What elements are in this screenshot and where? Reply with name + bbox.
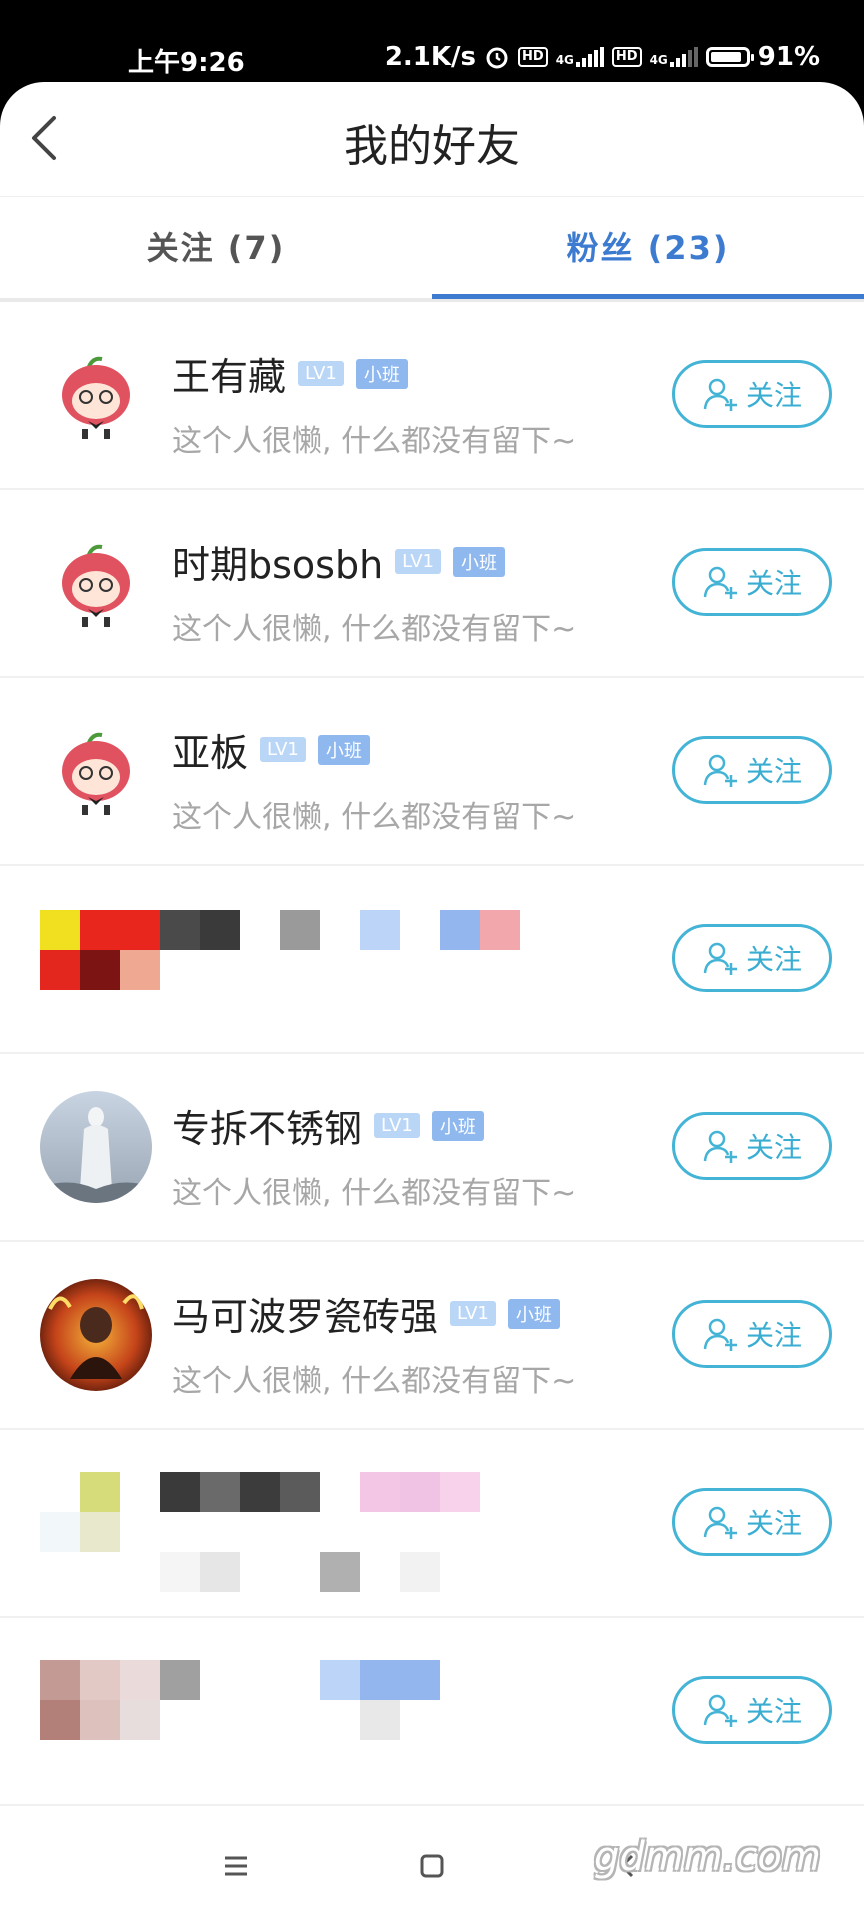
header: 我的好友	[0, 82, 864, 197]
pixelated-block	[40, 1472, 520, 1594]
avatar[interactable]	[40, 1279, 152, 1391]
follow-button[interactable]: 关注	[672, 548, 832, 616]
list-item-obscured[interactable]: 关注	[0, 1430, 864, 1618]
signal-icon-2: 4G	[650, 47, 698, 67]
app-screen: 我的好友 关注 (7) 粉丝 (23) 王有藏 LV1 小班 这个人很懒, 什么…	[0, 82, 864, 1920]
watermark: gdmm.com	[594, 1834, 821, 1880]
list-item-obscured[interactable]: 关注	[0, 866, 864, 1054]
list-item-obscured[interactable]: 关注	[0, 1618, 864, 1806]
user-bio: 这个人很懒, 什么都没有留下~	[172, 1364, 577, 1399]
add-user-icon	[703, 1318, 737, 1351]
alarm-icon	[486, 47, 508, 69]
follow-label: 关注	[745, 943, 802, 976]
user-name[interactable]: 亚板	[172, 722, 248, 777]
follow-label: 关注	[745, 379, 802, 412]
follow-button[interactable]: 关注	[672, 736, 832, 804]
class-badge: 小班	[453, 546, 505, 577]
class-badge: 小班	[355, 358, 408, 389]
user-bio: 这个人很懒, 什么都没有留下~	[172, 1176, 577, 1211]
follow-label: 关注	[745, 1695, 802, 1728]
name-line: 亚板 LV1 小班	[172, 722, 370, 777]
tab-following[interactable]: 关注 (7)	[0, 196, 432, 298]
name-line: 马可波罗瓷砖强 LV1 小班	[172, 1286, 560, 1341]
battery-percent: 91%	[757, 42, 820, 72]
follow-label: 关注	[745, 1319, 802, 1352]
user-name[interactable]: 王有藏	[172, 346, 286, 401]
signal-icon-1: 4G	[556, 47, 604, 67]
follow-button[interactable]: 关注	[672, 1300, 832, 1368]
follow-label: 关注	[745, 755, 802, 788]
class-badge: 小班	[507, 1298, 560, 1329]
status-time: 上午9:26	[128, 48, 245, 78]
follow-button[interactable]: 关注	[672, 1112, 832, 1180]
follow-label: 关注	[745, 1507, 802, 1540]
battery-icon	[705, 47, 754, 67]
statue-photo-icon	[40, 1091, 152, 1203]
user-bio: 这个人很懒, 什么都没有留下~	[172, 424, 577, 459]
list-item[interactable]: 马可波罗瓷砖强 LV1 小班 这个人很懒, 什么都没有留下~ 关注	[0, 1242, 864, 1430]
class-badge: 小班	[317, 734, 370, 765]
tab-fans[interactable]: 粉丝 (23)	[432, 196, 864, 298]
add-user-icon	[703, 378, 737, 411]
level-badge: LV1	[374, 1113, 420, 1138]
list-item[interactable]: 亚板 LV1 小班 这个人很懒, 什么都没有留下~ 关注	[0, 678, 864, 866]
hd-icon-2: HD	[611, 47, 642, 67]
add-user-icon	[703, 754, 737, 787]
follow-button[interactable]: 关注	[672, 924, 832, 992]
follow-button[interactable]: 关注	[672, 1488, 832, 1556]
fire-portrait-icon	[40, 1279, 152, 1391]
class-badge: 小班	[431, 1110, 484, 1141]
home-icon[interactable]	[418, 1852, 446, 1880]
level-badge: LV1	[450, 1301, 496, 1326]
avatar[interactable]	[40, 1091, 152, 1203]
list-item[interactable]: 王有藏 LV1 小班 这个人很懒, 什么都没有留下~ 关注	[0, 302, 864, 490]
avatar[interactable]	[40, 339, 152, 451]
user-bio: 这个人很懒, 什么都没有留下~	[172, 612, 577, 647]
lychee-mascot-icon	[40, 527, 152, 639]
level-badge: LV1	[260, 737, 306, 762]
list-item[interactable]: 专拆不锈钢 LV1 小班 这个人很懒, 什么都没有留下~ 关注	[0, 1054, 864, 1242]
user-name[interactable]: 专拆不锈钢	[172, 1098, 362, 1153]
fans-list: 王有藏 LV1 小班 这个人很懒, 什么都没有留下~ 关注 时期bsosbh L…	[0, 302, 864, 1806]
level-badge: LV1	[298, 361, 344, 386]
tab-indicator	[432, 294, 864, 299]
pixelated-block	[40, 1660, 520, 1782]
user-name[interactable]: 时期bsosbh	[172, 534, 383, 589]
add-user-icon	[703, 1130, 737, 1163]
lychee-mascot-icon	[40, 715, 152, 827]
add-user-icon	[703, 1694, 737, 1727]
user-name[interactable]: 马可波罗瓷砖强	[172, 1286, 438, 1341]
name-line: 王有藏 LV1 小班	[172, 346, 408, 401]
avatar[interactable]	[40, 527, 152, 639]
user-bio: 这个人很懒, 什么都没有留下~	[172, 800, 577, 835]
avatar[interactable]	[40, 715, 152, 827]
page-title: 我的好友	[344, 121, 520, 172]
list-item[interactable]: 时期bsosbh LV1 小班 这个人很懒, 什么都没有留下~ 关注	[0, 490, 864, 678]
add-user-icon	[703, 942, 737, 975]
level-badge: LV1	[395, 549, 441, 574]
menu-icon[interactable]	[222, 1852, 250, 1880]
follow-button[interactable]: 关注	[672, 360, 832, 428]
pixelated-block	[40, 910, 520, 994]
status-bar: 上午9:26 2.1K/s HD 4G HD 4G 91%	[0, 0, 864, 88]
tab-bar: 关注 (7) 粉丝 (23)	[0, 196, 864, 302]
net-speed: 2.1K/s	[384, 42, 477, 72]
follow-label: 关注	[745, 1131, 802, 1164]
lychee-mascot-icon	[40, 339, 152, 451]
name-line: 时期bsosbh LV1 小班	[172, 534, 505, 589]
hd-icon-1: HD	[518, 47, 548, 67]
add-user-icon	[703, 566, 737, 599]
status-icons: 2.1K/s HD 4G HD 4G 91%	[385, 42, 820, 72]
follow-button[interactable]: 关注	[672, 1676, 832, 1744]
add-user-icon	[703, 1506, 737, 1539]
name-line: 专拆不锈钢 LV1 小班	[172, 1098, 484, 1153]
follow-label: 关注	[745, 567, 802, 600]
